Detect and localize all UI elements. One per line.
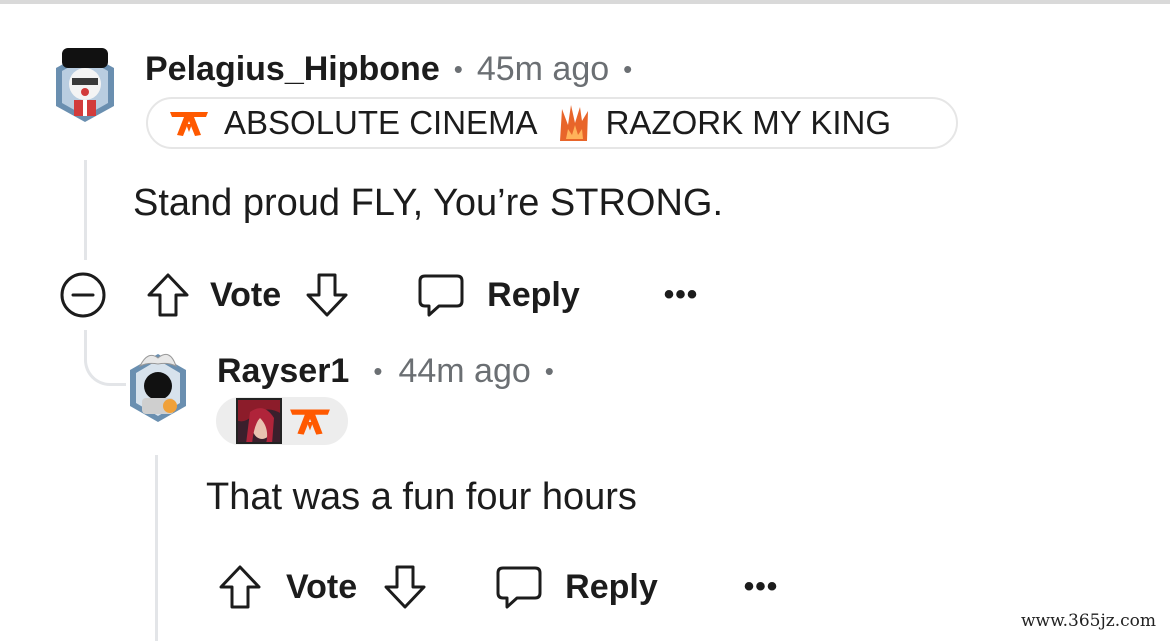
user-flair: ABSOLUTE CINEMA RAZORK MY KING <box>146 97 958 149</box>
watermark: www.365jz.com <box>1021 611 1156 631</box>
vote-label: Vote <box>286 567 358 606</box>
reply-bubble-icon[interactable] <box>417 272 465 318</box>
avatar[interactable] <box>126 348 190 433</box>
username[interactable]: Pelagius_Hipbone <box>145 50 440 89</box>
vote-label: Vote <box>210 275 282 314</box>
comment-body: Stand proud FLY, You’re STRONG. <box>133 182 724 224</box>
upvote-arrow-icon[interactable] <box>146 272 190 318</box>
reply-button[interactable]: Reply <box>487 276 580 315</box>
comment-body: That was a fun four hours <box>206 476 637 518</box>
reply-bubble-icon[interactable] <box>495 564 543 610</box>
upvote-arrow-icon[interactable] <box>218 564 262 610</box>
timestamp[interactable]: 45m ago <box>477 50 609 89</box>
thread-line-reply <box>155 455 158 641</box>
flame-crown-icon <box>558 103 590 143</box>
more-dots-icon[interactable]: ••• <box>664 278 699 312</box>
timestamp[interactable]: 44m ago <box>398 352 530 391</box>
username[interactable]: Rayser1 <box>217 352 349 391</box>
more-dots-icon[interactable]: ••• <box>744 570 779 604</box>
separator-dot: • <box>373 356 383 386</box>
thread-line-main <box>84 160 87 260</box>
champion-portrait-icon <box>236 398 282 444</box>
reply-button[interactable]: Reply <box>565 568 658 607</box>
downvote-arrow-icon[interactable] <box>383 564 427 610</box>
comment-actions: Vote Reply ••• <box>218 564 778 610</box>
fnatic-logo-icon <box>288 405 332 437</box>
user-flair <box>216 397 348 445</box>
comment-header: Pelagius_Hipbone • 45m ago • <box>145 50 646 89</box>
comment-actions: Vote Reply ••• <box>58 270 698 320</box>
comment-header: Rayser1 • 44m ago • <box>217 352 568 391</box>
avatar[interactable] <box>52 44 118 131</box>
separator-dot: • <box>544 356 554 386</box>
top-divider <box>0 0 1170 4</box>
fnatic-logo-icon <box>168 108 210 138</box>
separator-dot: • <box>453 54 463 84</box>
collapse-minus-icon[interactable] <box>58 270 108 320</box>
thread-connector <box>84 330 126 386</box>
downvote-arrow-icon[interactable] <box>305 272 349 318</box>
flair-text-2: RAZORK MY KING <box>605 104 892 141</box>
flair-text-1: ABSOLUTE CINEMA <box>224 104 538 141</box>
separator-dot: • <box>623 54 633 84</box>
